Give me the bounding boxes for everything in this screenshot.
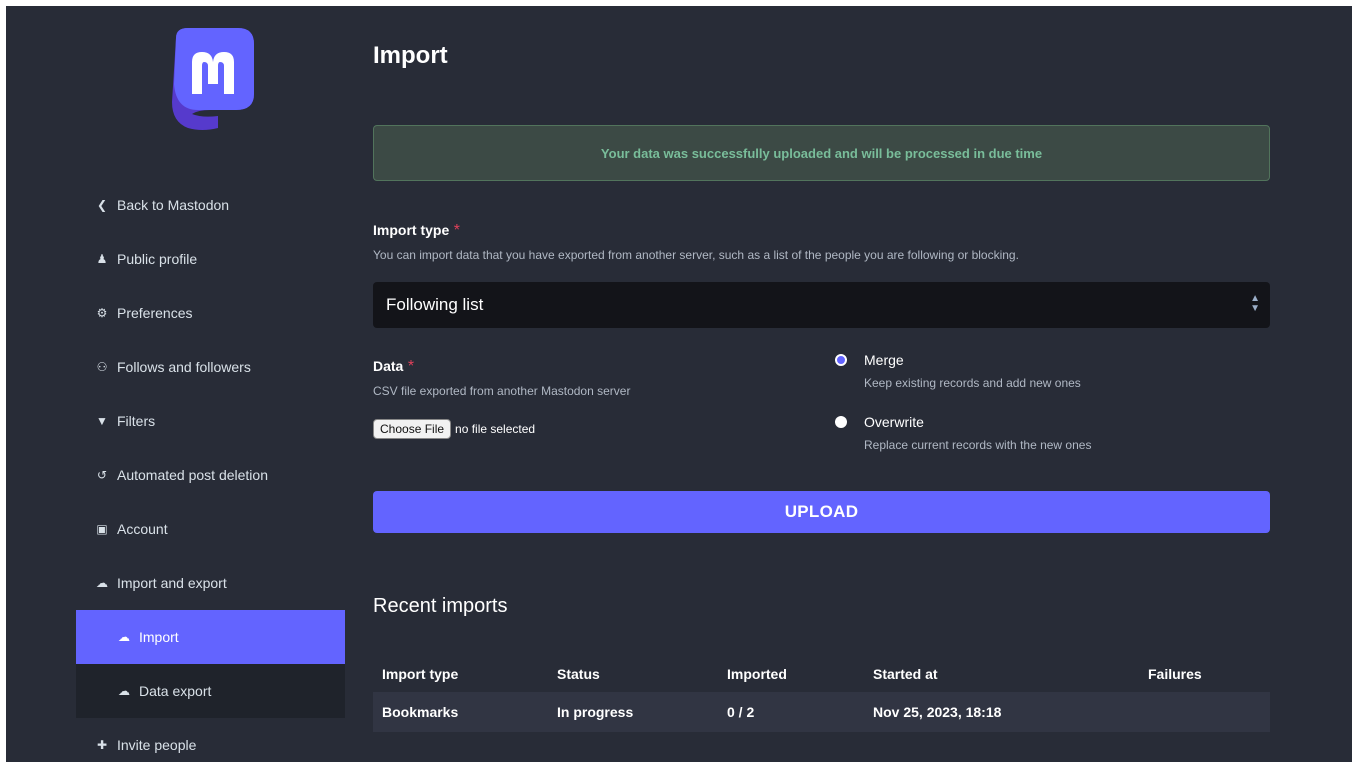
- cell-status: In progress: [548, 692, 718, 732]
- sidebar-item-label: Import: [139, 629, 179, 645]
- gear-icon: ⚙: [96, 306, 108, 320]
- users-icon: ⚇: [96, 360, 108, 374]
- recent-imports-table: Import type Status Imported Started at F…: [373, 656, 1270, 732]
- import-type-select[interactable]: Following list ▲ ▼: [373, 282, 1270, 328]
- cell-imported: 0 / 2: [718, 692, 864, 732]
- import-type-label-group: Import type *: [373, 222, 460, 240]
- sidebar-item-label: Follows and followers: [117, 359, 251, 375]
- import-type-selected-value: Following list: [386, 295, 484, 314]
- cell-started-at: Nov 25, 2023, 18:18: [864, 692, 1139, 732]
- sidebar-item-label: Back to Mastodon: [117, 197, 230, 213]
- sidebar-subnav: ☁ Import ☁ Data export: [76, 610, 345, 718]
- column-header: Imported: [727, 666, 787, 682]
- data-label: Data: [373, 358, 404, 374]
- sidebar-item-follows-and-followers[interactable]: ⚇ Follows and followers: [76, 340, 345, 394]
- radio-merge[interactable]: Merge Keep existing records and add new …: [835, 352, 1081, 390]
- required-mark: *: [407, 358, 415, 375]
- sidebar-item-automated-post-deletion[interactable]: ↺ Automated post deletion: [76, 448, 345, 502]
- select-arrows-icon: ▲ ▼: [1250, 293, 1260, 314]
- column-header: Status: [557, 666, 600, 682]
- data-label-group: Data *: [373, 358, 414, 376]
- table-header-row: Import type Status Imported Started at F…: [373, 656, 1270, 692]
- radio-overwrite[interactable]: Overwrite Replace current records with t…: [835, 414, 1091, 452]
- sidebar-item-label: Preferences: [117, 305, 193, 321]
- flash-success-message: Your data was successfully uploaded and …: [373, 125, 1270, 181]
- column-header: Failures: [1148, 666, 1202, 682]
- radio-label: Overwrite: [864, 414, 924, 430]
- import-type-label: Import type: [373, 222, 450, 238]
- cloud-download-icon: ☁: [118, 684, 130, 698]
- sidebar-item-label: Import and export: [117, 575, 227, 591]
- sidebar-item-filters[interactable]: ▼ Filters: [76, 394, 345, 448]
- sidebar-item-label: Invite people: [117, 737, 197, 753]
- sidebar-item-label: Filters: [117, 413, 156, 429]
- chevron-left-icon: ❮: [96, 198, 108, 212]
- sidebar-item-preferences[interactable]: ⚙ Preferences: [76, 286, 345, 340]
- radio-label: Merge: [864, 352, 904, 368]
- history-icon: ↺: [96, 468, 108, 482]
- main-content: Import Your data was successfully upload…: [373, 6, 1270, 762]
- sidebar-item-label: Automated post deletion: [117, 467, 268, 483]
- column-header: Import type: [382, 666, 459, 682]
- user-plus-icon: ✚: [96, 738, 108, 752]
- radio-checked-icon: [835, 354, 847, 366]
- lock-icon: ▣: [96, 522, 108, 536]
- page-title: Import: [373, 42, 448, 69]
- radio-unchecked-icon: [835, 416, 847, 428]
- cloud-icon: ☁: [96, 576, 108, 590]
- sidebar-item-account[interactable]: ▣ Account: [76, 502, 345, 556]
- choose-file-button[interactable]: Choose File: [373, 419, 452, 439]
- sidebar-item-import[interactable]: ☁ Import: [76, 610, 345, 664]
- radio-hint: Replace current records with the new one…: [864, 438, 1092, 452]
- table-row: Bookmarks In progress 0 / 2 Nov 25, 2023…: [373, 692, 1270, 732]
- sidebar-item-back-to-mastodon[interactable]: ❮ Back to Mastodon: [76, 178, 345, 232]
- recent-imports-title: Recent imports: [373, 595, 508, 617]
- settings-nav: ❮ Back to Mastodon ♟ Public profile ⚙ Pr…: [76, 178, 345, 762]
- sidebar: ❮ Back to Mastodon ♟ Public profile ⚙ Pr…: [6, 6, 345, 762]
- sidebar-item-public-profile[interactable]: ♟ Public profile: [76, 232, 345, 286]
- app-window: ❮ Back to Mastodon ♟ Public profile ⚙ Pr…: [6, 6, 1352, 762]
- import-type-hint: You can import data that you have export…: [373, 248, 1019, 262]
- user-icon: ♟: [96, 252, 108, 266]
- cell-failures: [1139, 692, 1270, 732]
- mastodon-logo[interactable]: [158, 24, 268, 134]
- sidebar-item-label: Public profile: [117, 251, 198, 267]
- sidebar-item-import-and-export[interactable]: ☁ Import and export: [76, 556, 345, 610]
- required-mark: *: [453, 222, 460, 239]
- cloud-upload-icon: ☁: [118, 630, 130, 644]
- sidebar-item-data-export[interactable]: ☁ Data export: [76, 664, 345, 718]
- file-status: no file selected: [455, 422, 536, 436]
- cell-import-type: Bookmarks: [373, 692, 548, 732]
- radio-hint: Keep existing records and add new ones: [864, 376, 1081, 390]
- upload-button[interactable]: UPLOAD: [373, 491, 1270, 533]
- sidebar-item-label: Account: [117, 521, 168, 537]
- sidebar-item-invite-people[interactable]: ✚ Invite people: [76, 718, 345, 762]
- sidebar-item-label: Data export: [139, 683, 212, 699]
- column-header: Started at: [873, 666, 938, 682]
- filter-icon: ▼: [96, 414, 108, 428]
- file-input: Choose File no file selected: [373, 419, 535, 439]
- data-hint: CSV file exported from another Mastodon …: [373, 384, 631, 398]
